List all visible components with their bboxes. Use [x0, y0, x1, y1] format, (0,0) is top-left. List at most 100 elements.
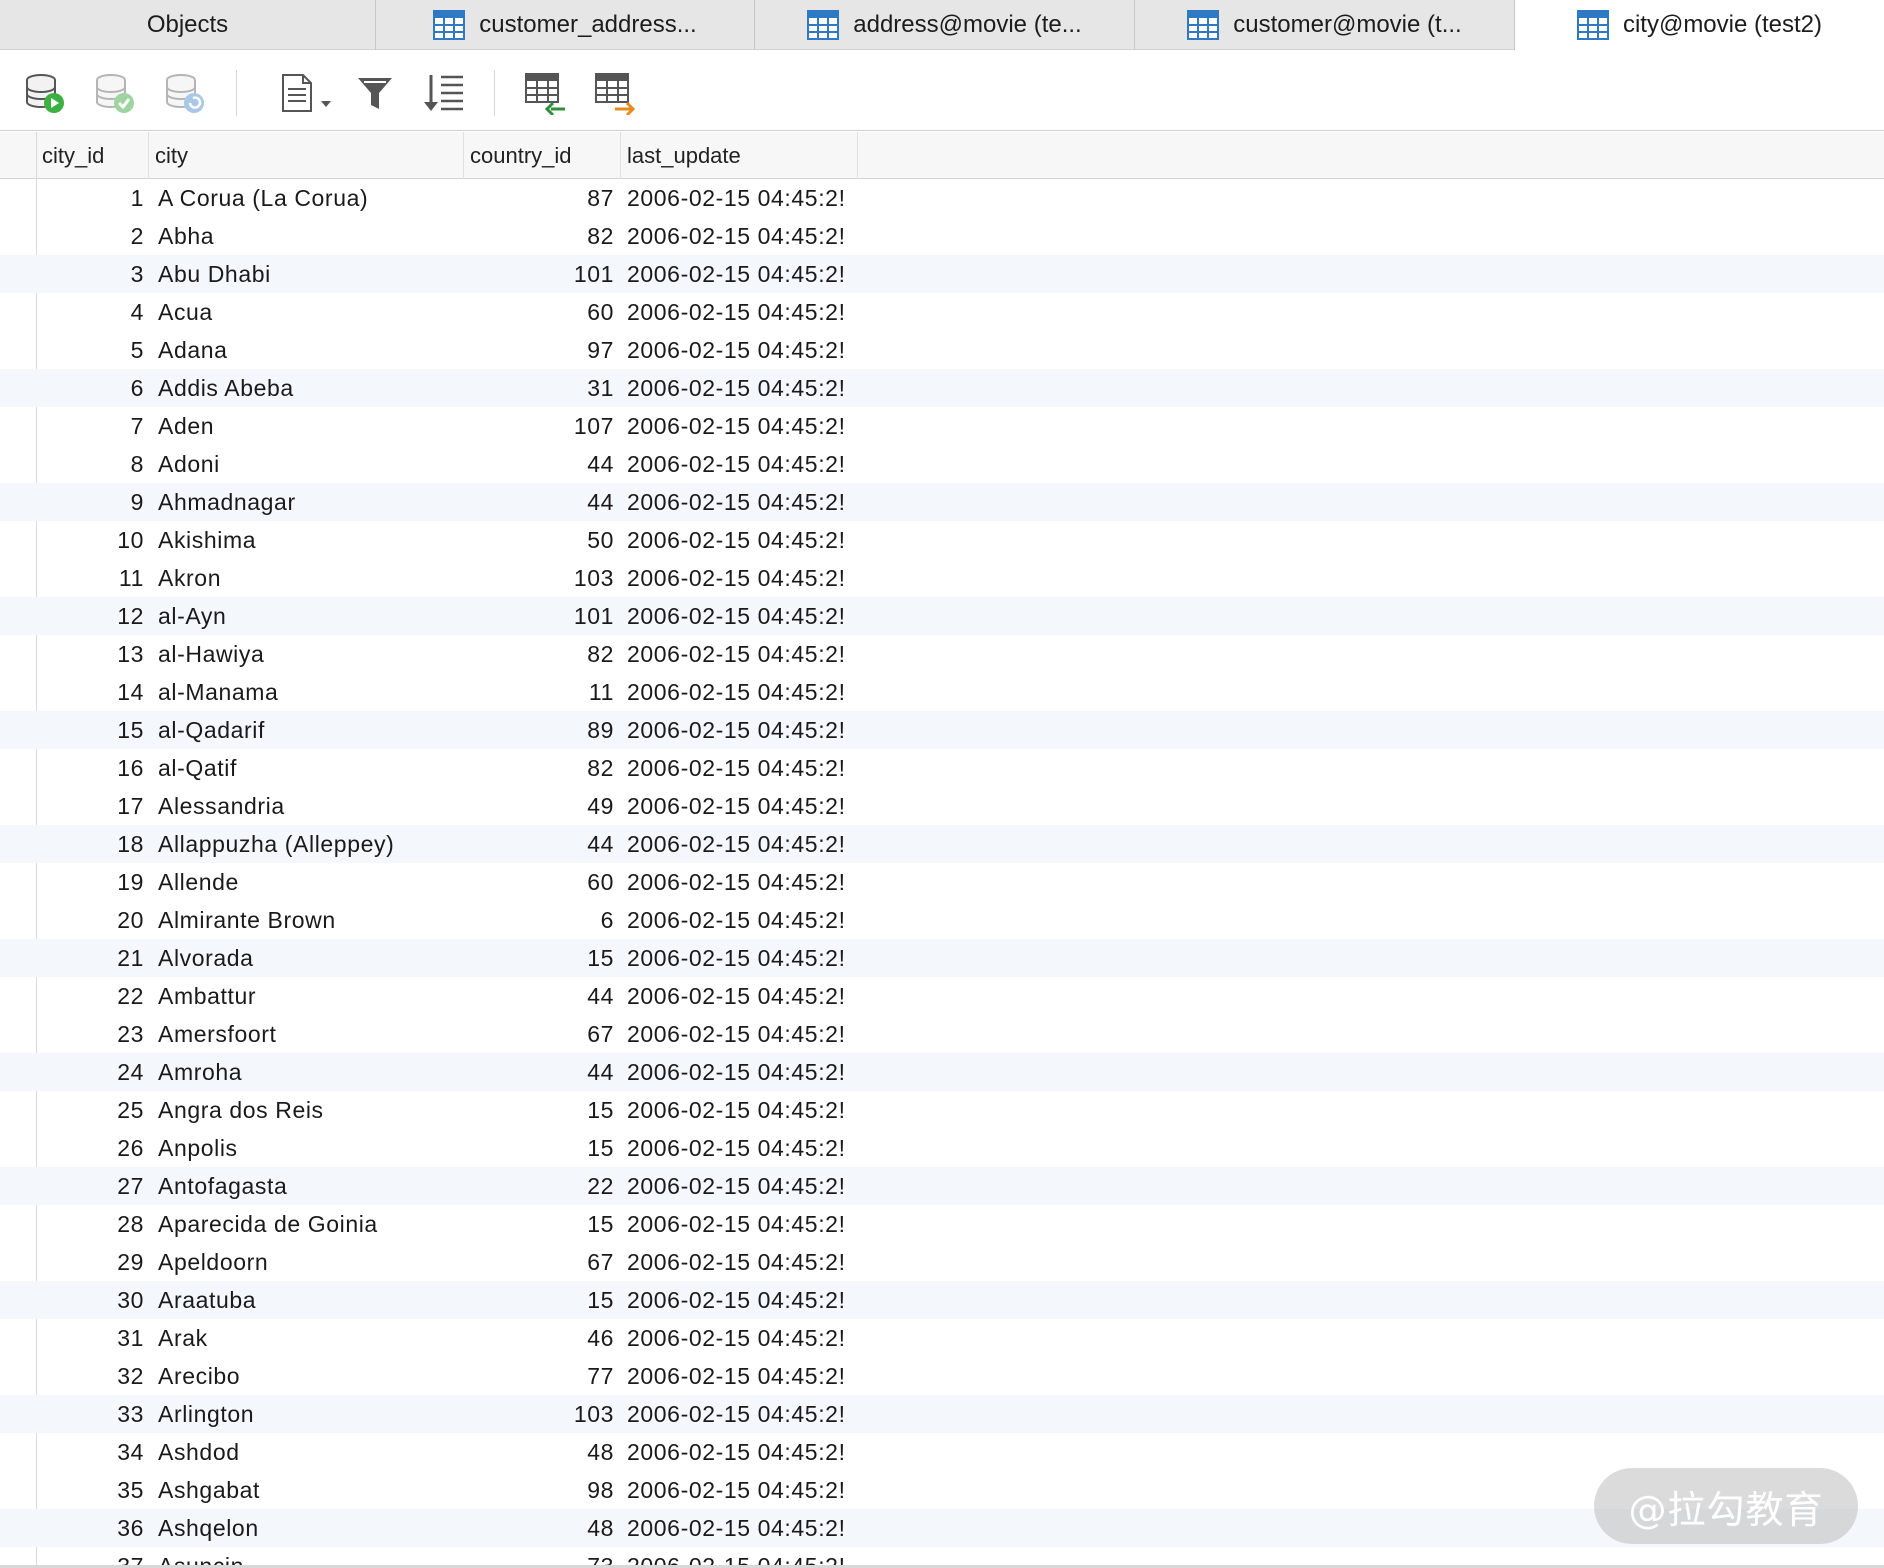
cell-city[interactable]: al-Qatif: [158, 749, 458, 787]
cell-city[interactable]: al-Ayn: [158, 597, 458, 635]
cell-last-update[interactable]: 2006-02-15 04:45:2!: [627, 1471, 852, 1509]
table-row[interactable]: 12 al-Ayn 101 2006-02-15 04:45:2!: [0, 597, 1884, 635]
cell-city-id[interactable]: 23: [38, 1015, 144, 1053]
filter-button[interactable]: [352, 70, 398, 116]
cell-last-update[interactable]: 2006-02-15 04:45:2!: [627, 1243, 852, 1281]
cell-city-id[interactable]: 37: [38, 1547, 144, 1566]
table-row[interactable]: 31 Arak 46 2006-02-15 04:45:2!: [0, 1319, 1884, 1357]
table-row[interactable]: 29 Apeldoorn 67 2006-02-15 04:45:2!: [0, 1243, 1884, 1281]
cell-country-id[interactable]: 15: [468, 1129, 614, 1167]
cell-last-update[interactable]: 2006-02-15 04:45:2!: [627, 445, 852, 483]
cell-last-update[interactable]: 2006-02-15 04:45:2!: [627, 521, 852, 559]
cell-last-update[interactable]: 2006-02-15 04:45:2!: [627, 331, 852, 369]
cell-city[interactable]: Arak: [158, 1319, 458, 1357]
cell-last-update[interactable]: 2006-02-15 04:45:2!: [627, 673, 852, 711]
cell-city-id[interactable]: 29: [38, 1243, 144, 1281]
cell-city[interactable]: Alvorada: [158, 939, 458, 977]
cell-last-update[interactable]: 2006-02-15 04:45:2!: [627, 1205, 852, 1243]
cell-city-id[interactable]: 34: [38, 1433, 144, 1471]
cell-city[interactable]: Amersfoort: [158, 1015, 458, 1053]
cell-country-id[interactable]: 44: [468, 1053, 614, 1091]
cell-city[interactable]: Alessandria: [158, 787, 458, 825]
table-row[interactable]: 23 Amersfoort 67 2006-02-15 04:45:2!: [0, 1015, 1884, 1053]
table-row[interactable]: 22 Ambattur 44 2006-02-15 04:45:2!: [0, 977, 1884, 1015]
cell-country-id[interactable]: 67: [468, 1243, 614, 1281]
cell-last-update[interactable]: 2006-02-15 04:45:2!: [627, 1091, 852, 1129]
table-row[interactable]: 2 Abha 82 2006-02-15 04:45:2!: [0, 217, 1884, 255]
cell-last-update[interactable]: 2006-02-15 04:45:2!: [627, 1357, 852, 1395]
cell-last-update[interactable]: 2006-02-15 04:45:2!: [627, 255, 852, 293]
cell-country-id[interactable]: 103: [468, 1395, 614, 1433]
cell-city-id[interactable]: 26: [38, 1129, 144, 1167]
cell-last-update[interactable]: 2006-02-15 04:45:2!: [627, 1547, 852, 1566]
cell-city[interactable]: Adana: [158, 331, 458, 369]
tab-customer-movie[interactable]: customer@movie (t...: [1135, 0, 1515, 50]
cell-city[interactable]: Aden: [158, 407, 458, 445]
cell-country-id[interactable]: 73: [468, 1547, 614, 1566]
cell-country-id[interactable]: 82: [468, 217, 614, 255]
cell-city[interactable]: Araatuba: [158, 1281, 458, 1319]
cell-city[interactable]: al-Hawiya: [158, 635, 458, 673]
cell-country-id[interactable]: 6: [468, 901, 614, 939]
cell-last-update[interactable]: 2006-02-15 04:45:2!: [627, 369, 852, 407]
table-row[interactable]: 9 Ahmadnagar 44 2006-02-15 04:45:2!: [0, 483, 1884, 521]
cell-last-update[interactable]: 2006-02-15 04:45:2!: [627, 1167, 852, 1205]
table-row[interactable]: 5 Adana 97 2006-02-15 04:45:2!: [0, 331, 1884, 369]
cell-city-id[interactable]: 16: [38, 749, 144, 787]
cell-country-id[interactable]: 77: [468, 1357, 614, 1395]
table-row[interactable]: 8 Adoni 44 2006-02-15 04:45:2!: [0, 445, 1884, 483]
cell-country-id[interactable]: 87: [468, 179, 614, 217]
cell-last-update[interactable]: 2006-02-15 04:45:2!: [627, 1433, 852, 1471]
cell-city[interactable]: A Corua (La Corua): [158, 179, 458, 217]
cell-city-id[interactable]: 35: [38, 1471, 144, 1509]
cell-city[interactable]: Anpolis: [158, 1129, 458, 1167]
table-row[interactable]: 33 Arlington 103 2006-02-15 04:45:2!: [0, 1395, 1884, 1433]
column-header-city-id[interactable]: city_id: [36, 132, 149, 179]
cell-city-id[interactable]: 12: [38, 597, 144, 635]
table-row[interactable]: 25 Angra dos Reis 15 2006-02-15 04:45:2!: [0, 1091, 1884, 1129]
cell-city-id[interactable]: 3: [38, 255, 144, 293]
table-row[interactable]: 14 al-Manama 11 2006-02-15 04:45:2!: [0, 673, 1884, 711]
cell-city-id[interactable]: 7: [38, 407, 144, 445]
cell-city[interactable]: Ashgabat: [158, 1471, 458, 1509]
cell-city[interactable]: Abha: [158, 217, 458, 255]
cell-country-id[interactable]: 44: [468, 977, 614, 1015]
table-row[interactable]: 19 Allende 60 2006-02-15 04:45:2!: [0, 863, 1884, 901]
table-row[interactable]: 28 Aparecida de Goinia 15 2006-02-15 04:45:…: [0, 1205, 1884, 1243]
cell-country-id[interactable]: 50: [468, 521, 614, 559]
commit-button[interactable]: [92, 70, 138, 116]
cell-last-update[interactable]: 2006-02-15 04:45:2!: [627, 407, 852, 445]
cell-country-id[interactable]: 101: [468, 255, 614, 293]
cell-country-id[interactable]: 46: [468, 1319, 614, 1357]
cell-city[interactable]: Akishima: [158, 521, 458, 559]
cell-city-id[interactable]: 5: [38, 331, 144, 369]
cell-city[interactable]: Ahmadnagar: [158, 483, 458, 521]
cell-country-id[interactable]: 98: [468, 1471, 614, 1509]
cell-country-id[interactable]: 44: [468, 445, 614, 483]
table-row[interactable]: 20 Almirante Brown 6 2006-02-15 04:45:2!: [0, 901, 1884, 939]
cell-city-id[interactable]: 21: [38, 939, 144, 977]
cell-city-id[interactable]: 28: [38, 1205, 144, 1243]
cell-city-id[interactable]: 31: [38, 1319, 144, 1357]
cell-city[interactable]: Apeldoorn: [158, 1243, 458, 1281]
cell-country-id[interactable]: 15: [468, 1205, 614, 1243]
table-row[interactable]: 30 Araatuba 15 2006-02-15 04:45:2!: [0, 1281, 1884, 1319]
begin-transaction-button[interactable]: [22, 70, 68, 116]
cell-city-id[interactable]: 30: [38, 1281, 144, 1319]
table-row[interactable]: 26 Anpolis 15 2006-02-15 04:45:2!: [0, 1129, 1884, 1167]
cell-country-id[interactable]: 44: [468, 825, 614, 863]
table-row[interactable]: 37 Asuncin 73 2006-02-15 04:45:2!: [0, 1547, 1884, 1566]
cell-city[interactable]: Ambattur: [158, 977, 458, 1015]
cell-country-id[interactable]: 22: [468, 1167, 614, 1205]
cell-last-update[interactable]: 2006-02-15 04:45:2!: [627, 635, 852, 673]
cell-last-update[interactable]: 2006-02-15 04:45:2!: [627, 939, 852, 977]
cell-country-id[interactable]: 82: [468, 749, 614, 787]
tab-city-movie[interactable]: city@movie (test2): [1515, 0, 1884, 50]
tab-objects[interactable]: Objects: [0, 0, 376, 50]
cell-city[interactable]: Angra dos Reis: [158, 1091, 458, 1129]
cell-city-id[interactable]: 1: [38, 179, 144, 217]
cell-country-id[interactable]: 107: [468, 407, 614, 445]
cell-country-id[interactable]: 48: [468, 1433, 614, 1471]
cell-city-id[interactable]: 33: [38, 1395, 144, 1433]
cell-city-id[interactable]: 27: [38, 1167, 144, 1205]
